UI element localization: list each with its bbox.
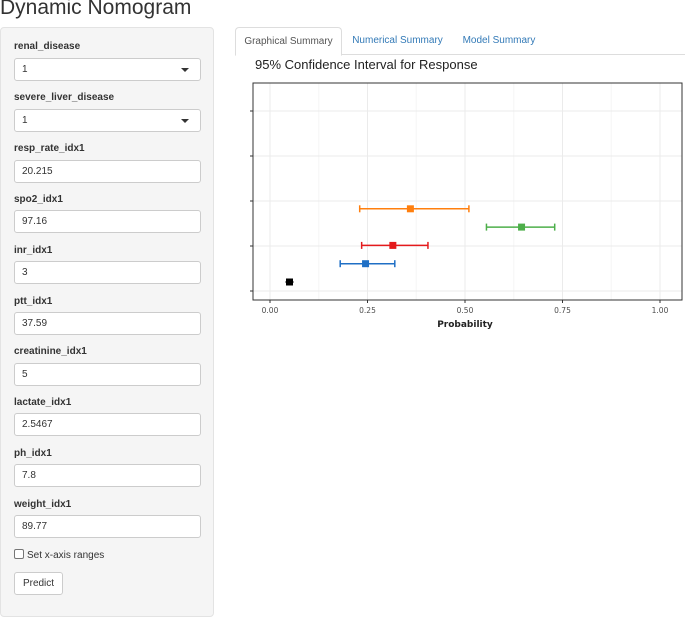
- x-tick-label: 0.25: [359, 306, 376, 315]
- x-tick-label: 0.75: [554, 306, 571, 315]
- x-axis-title: Probability: [437, 320, 493, 330]
- plot-frame: [252, 82, 683, 301]
- point-estimate: [518, 223, 526, 231]
- lactate-label: lactate_idx1: [14, 397, 72, 408]
- renal-disease-value: 1: [22, 64, 28, 75]
- spo2-input[interactable]: 97.16: [14, 210, 201, 233]
- chart-marks: [285, 205, 556, 286]
- confidence-interval-chart: 0.00 0.25 0.50 0.75 1.00 Probability: [250, 82, 683, 330]
- point-estimate: [286, 278, 293, 286]
- predict-button[interactable]: Predict: [14, 572, 63, 595]
- confidence-interval: [485, 223, 556, 231]
- caret-down-icon: [181, 119, 189, 123]
- x-axis-ticks: 0.00 0.25 0.50 0.75 1.00: [262, 300, 669, 315]
- severe-liver-disease-value: 1: [22, 115, 28, 126]
- severe-liver-disease-label: severe_liver_disease: [14, 92, 115, 103]
- sidebar-panel: renal_disease 1 severe_liver_disease 1 r…: [0, 27, 214, 617]
- resp-rate-label: resp_rate_idx1: [14, 143, 85, 154]
- renal-disease-select[interactable]: 1: [14, 58, 201, 81]
- creatinine-input[interactable]: 5: [14, 363, 201, 386]
- chart-title: 95% Confidence Interval for Response: [255, 57, 478, 72]
- ph-label: ph_idx1: [14, 448, 52, 459]
- point-estimate: [406, 205, 414, 213]
- creatinine-label: creatinine_idx1: [14, 346, 87, 357]
- app-title: Dynamic Nomogram: [0, 0, 192, 19]
- resp-rate-input[interactable]: 20.215: [14, 160, 201, 183]
- ptt-label: ptt_idx1: [14, 296, 53, 307]
- confidence-interval: [360, 241, 429, 249]
- weight-label: weight_idx1: [14, 499, 72, 510]
- ptt-input[interactable]: 37.59: [14, 312, 201, 335]
- confidence-interval: [339, 260, 396, 268]
- point-estimate: [389, 241, 397, 249]
- set-x-axis-ranges-checkbox[interactable]: [14, 549, 24, 559]
- inr-input[interactable]: 3: [14, 261, 201, 284]
- severe-liver-disease-select[interactable]: 1: [14, 109, 201, 132]
- confidence-interval: [285, 278, 294, 286]
- x-tick-label: 1.00: [652, 306, 669, 315]
- spo2-label: spo2_idx1: [14, 194, 63, 205]
- tab-bar: Graphical Summary Numerical Summary Mode…: [235, 27, 685, 56]
- renal-disease-label: renal_disease: [14, 41, 81, 52]
- chart-grid: [253, 83, 682, 300]
- set-x-axis-ranges-option[interactable]: Set x-axis ranges: [14, 549, 104, 561]
- x-tick-label: 0.50: [457, 306, 474, 315]
- lactate-input[interactable]: 2.5467: [14, 413, 201, 436]
- ph-input[interactable]: 7.8: [14, 464, 201, 487]
- weight-input[interactable]: 89.77: [14, 515, 201, 538]
- tab-graphical-summary[interactable]: Graphical Summary: [235, 27, 342, 56]
- tab-numerical-summary[interactable]: Numerical Summary: [343, 27, 452, 55]
- set-x-axis-ranges-label: Set x-axis ranges: [27, 550, 105, 561]
- tab-model-summary[interactable]: Model Summary: [453, 27, 545, 55]
- point-estimate: [362, 260, 370, 268]
- inr-label: inr_idx1: [14, 245, 53, 256]
- caret-down-icon: [181, 68, 189, 72]
- confidence-interval: [358, 205, 470, 213]
- x-tick-label: 0.00: [262, 306, 279, 315]
